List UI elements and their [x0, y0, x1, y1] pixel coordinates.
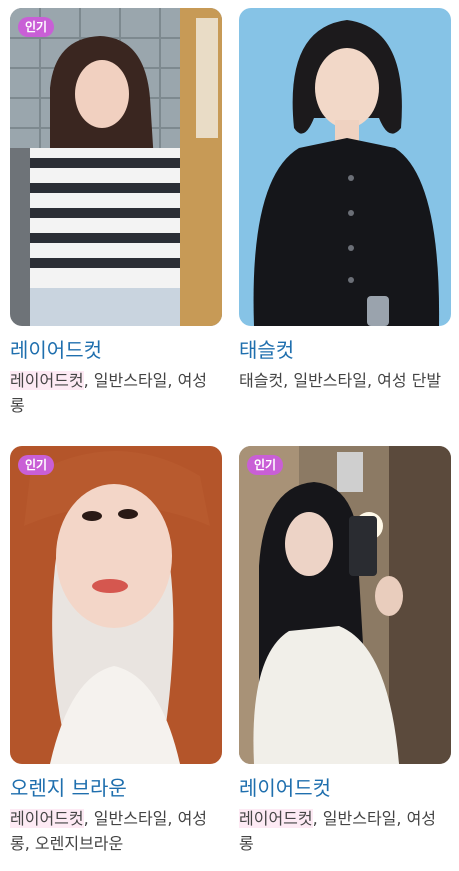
tag: 일반스타일 [293, 371, 367, 390]
photo-image [10, 8, 222, 326]
tag: 오렌지브라운 [34, 834, 124, 853]
popular-badge: 인기 [18, 455, 55, 475]
popular-badge: 인기 [247, 455, 284, 475]
tag: 일반스타일 [93, 371, 168, 390]
tag: 태슬컷 [239, 371, 284, 390]
hairstyle-card[interactable]: 인기 레이어드컷 레이어드컷, 일반스타일, 여성 롱 [10, 8, 222, 418]
tag: 일반스타일 [322, 809, 397, 828]
hairstyle-card[interactable]: 인기 오렌지 브라운 레이어드컷, 일반스타일, 여성 롱, 오렌지브라운 [10, 446, 222, 856]
tag: 레이어드컷 [239, 809, 313, 828]
hairstyle-title[interactable]: 태슬컷 [239, 336, 451, 364]
hairstyle-title[interactable]: 레이어드컷 [10, 336, 222, 364]
hairstyle-card[interactable]: 인기 레이어드컷 레이어드컷, 일반스타일, 여성 롱 [239, 446, 451, 856]
hairstyle-photo[interactable]: 인기 [10, 446, 222, 764]
tag: 여성 단발 [377, 371, 442, 390]
hairstyle-tags: 레이어드컷, 일반스타일, 여성 롱 [10, 371, 208, 415]
photo-image [10, 446, 222, 764]
hairstyle-photo[interactable] [239, 8, 451, 326]
hairstyle-tags: 태슬컷, 일반스타일, 여성 단발 [239, 371, 442, 390]
photo-image [239, 446, 451, 764]
hairstyle-card[interactable]: 태슬컷 태슬컷, 일반스타일, 여성 단발 [239, 8, 451, 393]
hairstyle-title[interactable]: 레이어드컷 [239, 774, 451, 802]
tag: 레이어드컷 [10, 809, 84, 828]
tag: 일반스타일 [93, 809, 168, 828]
hairstyle-tags: 레이어드컷, 일반스타일, 여성 롱, 오렌지브라운 [10, 809, 208, 853]
hairstyle-grid: 인기 레이어드컷 레이어드컷, 일반스타일, 여성 롱 태슬컷 태슬컷, 일반스… [0, 0, 459, 871]
hairstyle-photo[interactable]: 인기 [10, 8, 222, 326]
hairstyle-photo[interactable]: 인기 [239, 446, 451, 764]
tag: 레이어드컷 [10, 371, 84, 390]
hairstyle-tags: 레이어드컷, 일반스타일, 여성 롱 [239, 809, 437, 853]
hairstyle-title[interactable]: 오렌지 브라운 [10, 774, 222, 802]
photo-image [239, 8, 451, 326]
popular-badge: 인기 [18, 17, 55, 37]
